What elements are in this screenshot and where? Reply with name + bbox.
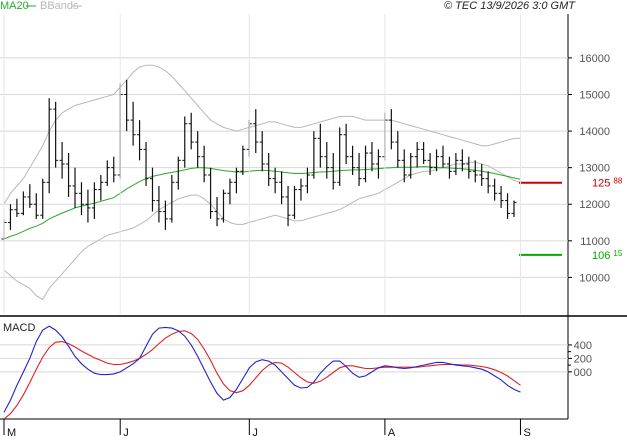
month-tick-label: J [123, 427, 129, 439]
price-tick-label: 14000 [579, 126, 610, 138]
price-tick-label: 13000 [579, 163, 610, 175]
price-tick-label: 15000 [579, 89, 610, 101]
copyright-label: © TEC 13/9/2026 3:0 GMT [444, 0, 576, 12]
macd-tick-label: 200 [574, 353, 592, 365]
macd-tick-label: 400 [574, 340, 592, 352]
price-tick-label: 12000 [579, 199, 610, 211]
price-tick-label: 11000 [580, 236, 610, 248]
month-tick-label: S [523, 427, 530, 439]
chart-frame [0, 0, 627, 440]
legend-ma20: MA20 [0, 0, 29, 12]
price-tick-label: 16000 [579, 53, 610, 65]
price-tick-label: 10000 [579, 272, 610, 284]
macd-tick-label: 000 [574, 367, 592, 379]
month-tick-label: A [388, 427, 396, 439]
month-tick-label: J [252, 427, 258, 439]
chart-canvas: 125 88106 15 100001100012000130001400015… [0, 0, 627, 440]
macd-title: MACD [3, 322, 35, 334]
page-background [0, 0, 627, 440]
month-tick-label: M [7, 427, 16, 439]
